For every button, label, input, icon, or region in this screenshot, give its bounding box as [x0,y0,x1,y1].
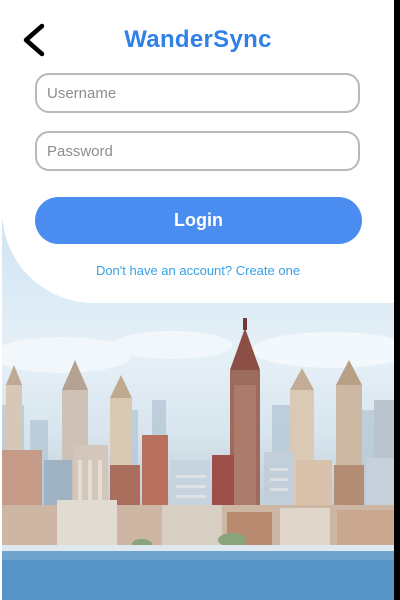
app-screen: WanderSync Login Don't have an account? … [2,0,394,600]
app-title: WanderSync [124,26,272,53]
login-button[interactable]: Login [35,197,362,244]
password-field[interactable] [35,131,360,171]
create-account-link[interactable]: Don't have an account? Create one [2,263,394,278]
login-card: WanderSync Login Don't have an account? … [2,0,394,303]
username-field[interactable] [35,73,360,113]
screen-edge [394,0,400,600]
